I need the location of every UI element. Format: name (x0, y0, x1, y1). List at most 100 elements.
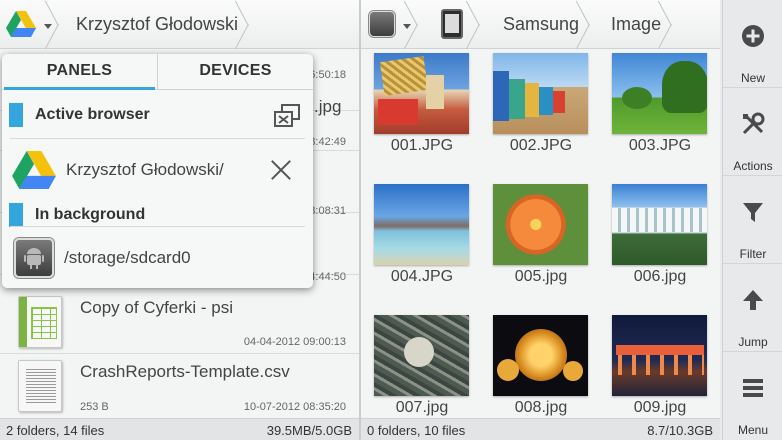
thumbnail-label: 004.JPG (390, 268, 454, 285)
thumbnail-item[interactable]: 009.jpg (605, 313, 715, 418)
popup-tabs: PANELS DEVICES (2, 54, 313, 90)
file-name: CrashReports-Template.csv (80, 362, 290, 381)
tab-panels[interactable]: PANELS (2, 54, 157, 90)
breadcrumb-image[interactable]: Image (603, 14, 671, 35)
text-file-icon (18, 360, 62, 412)
thumbnail-item[interactable]: 001.JPG (367, 51, 477, 171)
jump-button[interactable]: Jump (723, 264, 782, 352)
thumbnail-label: 005.jpg (514, 268, 568, 285)
menu-icon (743, 379, 763, 397)
breadcrumb-separator (58, 0, 72, 49)
panels-popup: PANELS DEVICES Active browser Krzysztof … (2, 54, 313, 288)
chevron-down-icon (44, 23, 52, 29)
breadcrumb-separator (671, 0, 685, 49)
divider (10, 138, 305, 139)
breadcrumb-separator (589, 0, 603, 49)
file-date: 04-04-2012 09:00:13 (243, 336, 346, 348)
breadcrumb-location[interactable]: Krzysztof Głodowski (72, 14, 248, 35)
breadcrumb-separator (479, 0, 493, 49)
thumbnail-item[interactable]: 004.JPG (367, 182, 477, 302)
thumbnail-label: 001.JPG (390, 137, 454, 154)
android-device-icon (369, 11, 395, 37)
list-item[interactable]: Copy of Cyferki - psi 04-04-2012 09:00:1… (0, 290, 359, 354)
right-breadcrumb-bar: Samsung Image (361, 0, 720, 49)
tab-devices[interactable]: DEVICES (157, 54, 313, 89)
section-label: In background (35, 206, 146, 223)
thumbnail-grid[interactable]: 001.JPG 002.JPG 003.JPG 004.JPG 005.jpg … (361, 49, 720, 418)
thumbnail-image (612, 53, 707, 134)
file-date: 6:50:18 (309, 69, 346, 81)
thumbnail-image (612, 184, 707, 265)
thumbnail-label: 007.jpg (395, 399, 449, 416)
list-item[interactable]: CrashReports-Template.csv 253 B 10-07-20… (0, 354, 359, 418)
new-button[interactable]: New (723, 0, 782, 88)
thumbnail-image (493, 53, 588, 134)
thumbnail-label: 006.jpg (633, 268, 687, 285)
thumbnail-label: 008.jpg (514, 399, 568, 416)
active-browser-header: Active browser (2, 94, 313, 136)
google-drive-icon (6, 11, 36, 37)
section-marker (9, 103, 23, 127)
action-bar: New Actions Filter Jump Menu (722, 0, 782, 440)
background-item[interactable]: /storage/sdcard0 (2, 230, 313, 286)
right-status-bar: 0 folders, 10 files 8.7/10.3GB (361, 418, 720, 440)
thumbnail-item[interactable]: 003.JPG (605, 51, 715, 171)
file-date: 8:42:49 (309, 136, 346, 148)
thumbnail-label: 002.JPG (509, 137, 573, 154)
spreadsheet-icon (18, 296, 62, 348)
background-path: /storage/sdcard0 (64, 248, 191, 267)
filter-button[interactable]: Filter (723, 176, 782, 264)
file-date: 4:44:50 (309, 271, 346, 283)
breadcrumb-samsung[interactable]: Samsung (493, 14, 589, 35)
close-icon[interactable] (269, 158, 293, 182)
thumbnail-image (493, 315, 588, 396)
thumbnail-item[interactable]: 005.jpg (486, 182, 596, 302)
left-pane: Krzysztof Głodowski 6:50:18 .jpg 8:42:49… (0, 0, 359, 440)
thumbnail-image (612, 315, 707, 396)
right-storage-usage: 8.7/10.3GB (647, 423, 713, 438)
filter-label: Filter (739, 247, 767, 261)
filter-icon (743, 203, 763, 222)
divider (10, 226, 305, 227)
actions-label: Actions (733, 159, 773, 173)
left-item-count: 2 folders, 14 files (6, 423, 105, 438)
plus-circle-icon (742, 25, 764, 47)
right-pane: Samsung Image 001.JPG 002.JPG 003.JPG 00… (361, 0, 720, 440)
breadcrumb-separator (248, 0, 262, 49)
thumbnail-image (374, 315, 469, 396)
jump-label: Jump (738, 335, 768, 349)
thumbnail-label: 009.jpg (633, 399, 687, 416)
active-browser-path: Krzysztof Głodowski/ (66, 160, 224, 179)
right-item-count: 0 folders, 10 files (367, 423, 466, 438)
thumbnail-image (493, 184, 588, 265)
phone-icon (441, 9, 463, 39)
section-marker (9, 203, 23, 227)
arrow-up-icon (743, 290, 763, 310)
android-device-icon (14, 238, 54, 278)
thumbnail-image (374, 184, 469, 265)
menu-label: Menu (737, 423, 769, 437)
breadcrumb-separator (417, 0, 431, 49)
tools-icon (742, 112, 765, 135)
file-name: Copy of Cyferki - psi (80, 298, 234, 317)
chevron-down-icon (403, 23, 411, 29)
left-status-bar: 2 folders, 14 files 39.5MB/5.0GB (0, 418, 359, 440)
menu-button[interactable]: Menu (723, 352, 782, 440)
google-drive-icon (12, 151, 56, 189)
file-date: 10-07-2012 08:35:20 (243, 401, 346, 413)
file-size: 253 B (80, 401, 109, 413)
actions-button[interactable]: Actions (723, 88, 782, 176)
left-breadcrumb-bar: Krzysztof Głodowski (0, 0, 359, 49)
new-label: New (740, 71, 765, 85)
thumbnail-item[interactable]: 002.JPG (486, 51, 596, 171)
close-all-windows-icon[interactable] (273, 104, 301, 128)
thumbnail-item[interactable]: 006.jpg (605, 182, 715, 302)
file-name: .jpg (314, 97, 342, 116)
thumbnail-item[interactable]: 007.jpg (367, 313, 477, 418)
left-storage-usage: 39.5MB/5.0GB (266, 423, 352, 438)
section-label: Active browser (35, 106, 150, 123)
thumbnail-image (374, 53, 469, 134)
thumbnail-item[interactable]: 008.jpg (486, 313, 596, 418)
active-browser-item[interactable]: Krzysztof Głodowski/ (2, 142, 313, 198)
thumbnail-label: 003.JPG (628, 137, 692, 154)
